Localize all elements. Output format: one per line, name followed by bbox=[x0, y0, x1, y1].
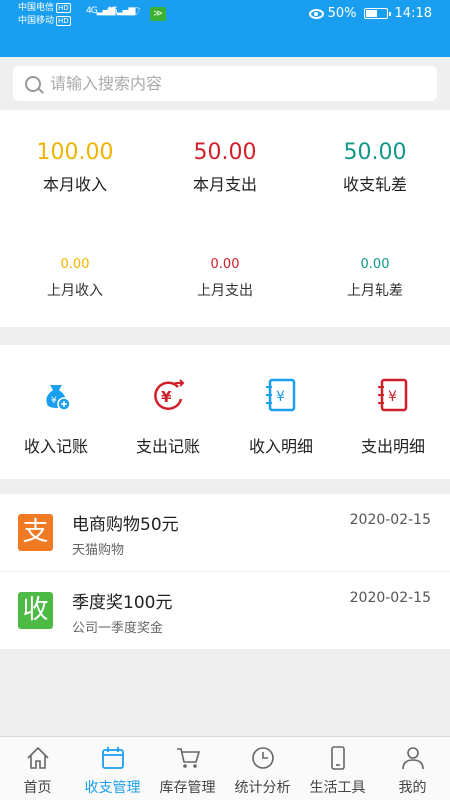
record-subtitle: 天猫购物 bbox=[72, 543, 125, 558]
nav-statistics[interactable]: 统计分析 bbox=[225, 737, 300, 800]
battery-icon bbox=[363, 8, 391, 19]
expense-list-icon: ¥ bbox=[373, 375, 413, 415]
status-bar: 中国电信 HD 中国移动 HD 4G▂▄▆ 4G▂▄▆ ⌔ ≫ 50% 14:18 bbox=[0, 0, 450, 32]
search-section bbox=[0, 57, 450, 110]
svg-text:¥: ¥ bbox=[276, 389, 285, 405]
search-bar[interactable] bbox=[13, 66, 437, 101]
bottom-nav: 首页 收支管理 库存管理 统计分析 生活工具 我的 bbox=[0, 736, 450, 800]
record-title: 季度奖100元 bbox=[72, 593, 173, 613]
carrier-2: 中国移动 bbox=[18, 16, 55, 26]
list-item[interactable]: 支 电商购物50元 天猫购物 2020-02-15 bbox=[0, 494, 450, 572]
nav-home[interactable]: 首页 bbox=[0, 737, 75, 800]
stat-label: 本月收入 bbox=[42, 175, 107, 194]
action-label: 支出记账 bbox=[135, 437, 200, 456]
nav-label: 生活工具 bbox=[309, 780, 366, 796]
search-input[interactable] bbox=[50, 74, 410, 93]
record-date: 2020-02-15 bbox=[349, 590, 431, 606]
phone-icon bbox=[325, 745, 351, 771]
stat-value: 100.00 bbox=[36, 140, 114, 165]
action-label: 收入记账 bbox=[23, 437, 88, 456]
carrier-info: 中国电信 HD 中国移动 HD bbox=[18, 2, 71, 28]
stat-last-income: 0.00 上月收入 bbox=[0, 257, 150, 300]
battery-percent: 50% bbox=[327, 6, 357, 21]
list-item[interactable]: 收 季度奖100元 公司一季度奖金 2020-02-15 bbox=[0, 572, 450, 650]
cart-icon bbox=[175, 745, 201, 771]
stat-month-balance: 50.00 收支轧差 bbox=[300, 140, 450, 195]
action-label: 收入明细 bbox=[248, 437, 313, 456]
clock-icon bbox=[250, 745, 276, 771]
action-expense-detail[interactable]: ¥ 支出明细 bbox=[337, 375, 449, 457]
action-income-detail[interactable]: ¥ 收入明细 bbox=[225, 375, 337, 457]
user-icon bbox=[400, 745, 426, 771]
stat-label: 收支轧差 bbox=[342, 175, 407, 194]
action-expense-entry[interactable]: ¥ 支出记账 bbox=[112, 375, 224, 457]
nav-label: 统计分析 bbox=[234, 780, 291, 796]
stat-value: 50.00 bbox=[343, 140, 407, 165]
nav-label: 我的 bbox=[398, 780, 427, 796]
money-bag-add-icon: ¥ bbox=[36, 375, 76, 415]
svg-text:¥: ¥ bbox=[161, 388, 172, 406]
stats-panel: 100.00 本月收入 50.00 本月支出 50.00 收支轧差 0.00 上… bbox=[0, 110, 450, 327]
svg-text:¥: ¥ bbox=[51, 396, 57, 406]
wifi-icon: ⌔ bbox=[131, 4, 142, 18]
nav-mine[interactable]: 我的 bbox=[375, 737, 450, 800]
nav-label: 收支管理 bbox=[84, 780, 141, 796]
stat-value: 0.00 bbox=[360, 257, 390, 272]
record-date: 2020-02-15 bbox=[349, 512, 431, 528]
stat-value: 50.00 bbox=[193, 140, 257, 165]
carrier-1: 中国电信 bbox=[18, 3, 55, 13]
stat-value: 0.00 bbox=[210, 257, 240, 272]
nav-label: 库存管理 bbox=[159, 780, 216, 796]
search-icon bbox=[25, 75, 41, 92]
yen-out-icon: ¥ bbox=[148, 375, 188, 415]
stat-month-expense: 50.00 本月支出 bbox=[150, 140, 300, 195]
hd-badge-1: HD bbox=[56, 3, 71, 13]
nav-label: 首页 bbox=[23, 780, 52, 796]
expense-badge-icon: 支 bbox=[18, 514, 53, 551]
stat-label: 本月支出 bbox=[192, 175, 257, 194]
income-badge-icon: 收 bbox=[18, 592, 53, 629]
clock-time: 14:18 bbox=[394, 6, 432, 21]
record-title: 电商购物50元 bbox=[72, 515, 179, 535]
stat-value: 0.00 bbox=[60, 257, 90, 272]
eye-comfort-icon bbox=[308, 8, 324, 19]
calendar-icon bbox=[100, 745, 126, 771]
notification-app-icon: ≫ bbox=[150, 7, 166, 21]
app-header: 中国电信 HD 中国移动 HD 4G▂▄▆ 4G▂▄▆ ⌔ ≫ 50% 14:18 bbox=[0, 0, 450, 57]
record-list: 支 电商购物50元 天猫购物 2020-02-15 收 季度奖100元 公司一季… bbox=[0, 494, 450, 650]
action-income-entry[interactable]: ¥ 收入记账 bbox=[0, 375, 112, 457]
record-subtitle: 公司一季度奖金 bbox=[72, 621, 164, 636]
stat-label: 上月轧差 bbox=[347, 283, 403, 299]
stat-last-expense: 0.00 上月支出 bbox=[150, 257, 300, 300]
stat-label: 上月支出 bbox=[197, 283, 253, 299]
quick-actions: ¥ 收入记账 ¥ 支出记账 ¥ 收入明细 ¥ 支出明细 bbox=[0, 345, 450, 479]
hd-badge-2: HD bbox=[56, 16, 71, 26]
stat-month-income: 100.00 本月收入 bbox=[0, 140, 150, 195]
stat-last-balance: 0.00 上月轧差 bbox=[300, 257, 450, 300]
nav-life-tools[interactable]: 生活工具 bbox=[300, 737, 375, 800]
action-label: 支出明细 bbox=[360, 437, 425, 456]
svg-text:¥: ¥ bbox=[388, 389, 397, 405]
nav-income-expense[interactable]: 收支管理 bbox=[75, 737, 150, 800]
nav-inventory[interactable]: 库存管理 bbox=[150, 737, 225, 800]
home-icon bbox=[25, 745, 51, 771]
stat-label: 上月收入 bbox=[47, 283, 103, 299]
income-list-icon: ¥ bbox=[261, 375, 301, 415]
